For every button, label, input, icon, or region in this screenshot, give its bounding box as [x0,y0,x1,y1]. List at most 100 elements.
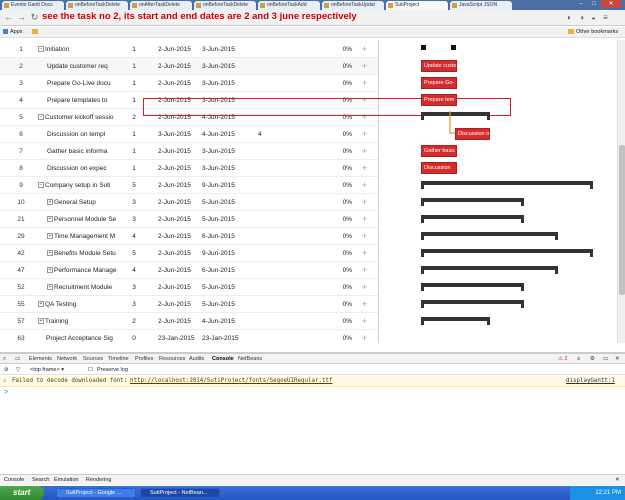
bookmark-item[interactable] [32,27,40,38]
filter-icon[interactable]: ▽ [16,365,20,375]
minimize-icon[interactable]: – [575,0,587,8]
add-task-icon[interactable]: + [362,126,367,143]
tab-sources[interactable]: Sources [83,354,103,364]
task-name[interactable]: + Benefits Module Setu [47,245,125,262]
browser-tab[interactable]: onBeforeTaskDelete [66,1,128,10]
task-bar[interactable]: Prepare Go- [421,77,457,89]
add-task-icon[interactable]: + [362,75,367,92]
inspect-icon[interactable]: ⌕ [3,354,6,364]
task-row[interactable]: 42 + Benefits Module Setu 5 2-Jun-2015 9-Jun-… [0,245,378,262]
tab-netbeans[interactable]: NetBeans [238,354,262,364]
task-name[interactable]: + Performance Manage [47,262,125,279]
tab-resources[interactable]: Resources [159,354,185,364]
expand-icon[interactable]: + [47,267,53,274]
task-name[interactable]: + Personnel Module Se [47,211,125,228]
drawer-tab-console[interactable]: Console [4,475,24,486]
task-row[interactable]: 29 + Time Management M 4 2-Jun-2015 6-Jun-201… [0,228,378,245]
task-row[interactable]: 63 Project Acceptance Sig 0 23-Jan-2015 23-J… [0,330,378,343]
settings-icon[interactable]: ⚙ [590,354,595,364]
vertical-scrollbar[interactable] [617,40,625,343]
expand-icon[interactable]: + [47,233,53,240]
console-message-link[interactable]: http://localhost:2014/SutiProject/fonts/… [130,376,332,387]
browser-tab[interactable]: onBeforeTaskAdd [258,1,320,10]
task-bar[interactable]: Update custo [421,60,457,72]
task-row[interactable]: 10 + General Setup 3 2-Jun-2015 5-Jun-2015 0% + [0,194,378,211]
add-task-icon[interactable]: + [362,330,367,343]
apps-bookmark[interactable]: Apps [3,27,23,38]
summary-bar[interactable] [421,317,490,325]
close-devtools-icon[interactable]: ✕ [615,354,620,364]
task-row[interactable]: 8 Discussion on expec 1 2-Jun-2015 3-Jun-201… [0,160,378,177]
close-icon[interactable]: ✕ [601,0,621,8]
add-task-icon[interactable]: + [362,313,367,330]
expand-icon[interactable]: + [38,301,44,308]
task-bar[interactable]: Prepare tem [421,94,457,106]
task-row[interactable]: 55 + QA Testing 3 2-Jun-2015 5-Jun-2015 0% + [0,296,378,313]
task-bar[interactable]: Discussion [421,162,457,174]
task-name[interactable]: Update customer req [47,58,125,75]
maximize-icon[interactable]: □ [588,0,600,8]
task-bar[interactable]: Discussion o [455,128,490,140]
back-icon[interactable]: ← [3,12,14,23]
expand-icon[interactable]: + [47,250,53,257]
task-row[interactable]: 52 + Recruitment Module 3 2-Jun-2015 5-Jun-20… [0,279,378,296]
console-prompt[interactable]: > [4,389,8,396]
add-task-icon[interactable]: + [362,211,367,228]
drawer-tab-emulation[interactable]: Emulation [54,475,78,486]
device-icon[interactable]: ▭ [15,354,20,364]
browser-tab-active[interactable]: SutiProject [386,1,448,10]
add-task-icon[interactable]: + [362,262,367,279]
task-name[interactable]: Discussion on expec [47,160,125,177]
task-row[interactable]: 21 + Personnel Module Se 3 2-Jun-2015 5-Jun-2… [0,211,378,228]
task-name[interactable]: − Company setup in Suti [38,177,125,194]
add-task-icon[interactable]: + [362,177,367,194]
task-row[interactable]: 47 + Performance Manage 4 2-Jun-2015 6-Jun-20… [0,262,378,279]
scrollbar-thumb[interactable] [619,145,625,295]
expand-icon[interactable]: + [47,284,53,291]
tab-timeline[interactable]: Timeline [108,354,129,364]
task-row[interactable]: 57 + Training 2 2-Jun-2015 4-Jun-2015 0% + [0,313,378,330]
task-name[interactable]: Project Acceptance Sig [46,330,125,343]
task-name[interactable]: + Training [38,313,125,330]
tab-audits[interactable]: Audits [189,354,204,364]
dock-icon[interactable]: ▭ [603,354,608,364]
summary-bar[interactable] [421,215,524,223]
tab-network[interactable]: Network [57,354,77,364]
tab-profiles[interactable]: Profiles [135,354,153,364]
add-task-icon[interactable]: + [362,58,367,75]
add-task-icon[interactable]: + [362,143,367,160]
collapse-icon[interactable]: − [38,182,44,189]
task-name[interactable]: Discussion on templ [47,126,125,143]
summary-bar[interactable] [421,283,524,291]
add-task-icon[interactable]: + [362,228,367,245]
drawer-toggle-icon[interactable]: ≥ [577,354,580,364]
taskbar-item-netbeans[interactable]: SutiProject - NetBean... [140,488,220,498]
task-row[interactable]: 7 Gather basic informa 1 2-Jun-2015 3-Jun-20… [0,143,378,160]
task-name[interactable]: + General Setup [47,194,125,211]
task-name[interactable]: Prepare templates to [47,92,125,109]
tab-console[interactable]: Console [212,354,234,364]
console-source-link[interactable]: displayGantt:1 [566,376,615,387]
task-name[interactable]: − Customer kickoff sessio [38,109,125,126]
task-name[interactable]: + QA Testing [38,296,125,313]
other-bookmarks[interactable]: Other bookmarks [568,27,618,38]
add-task-icon[interactable]: + [362,194,367,211]
task-name[interactable]: − Initiation [38,41,125,58]
task-name[interactable]: + Recruitment Module [47,279,125,296]
summary-bar[interactable] [421,198,524,206]
add-task-icon[interactable]: + [362,245,367,262]
browser-tab[interactable]: onBeforeTaskUpdat [322,1,384,10]
task-bar[interactable]: Gather basic [421,145,457,157]
task-row[interactable]: 9 − Company setup in Suti 5 2-Jun-2015 9-Jun-… [0,177,378,194]
preserve-log-checkbox[interactable]: ☐ [88,365,93,375]
browser-tab[interactable]: Events Gantt Docs [2,1,64,10]
task-row[interactable]: 6 Discussion on templ 1 3-Jun-2015 4-Jun-201… [0,126,378,143]
drawer-tab-rendering[interactable]: Rendering [86,475,111,486]
reload-icon[interactable]: ↻ [29,12,40,23]
summary-bar[interactable] [421,232,558,240]
menu-icon[interactable]: ≡ [601,13,610,22]
task-row[interactable]: 2 Update customer req 1 2-Jun-2015 3-Jun-201… [0,58,378,75]
expand-icon[interactable]: + [47,199,53,206]
task-row[interactable]: 3 Prepare Go-Live docu 1 2-Jun-2015 3-Jun-20… [0,75,378,92]
clear-console-icon[interactable]: ⊘ [4,365,9,375]
